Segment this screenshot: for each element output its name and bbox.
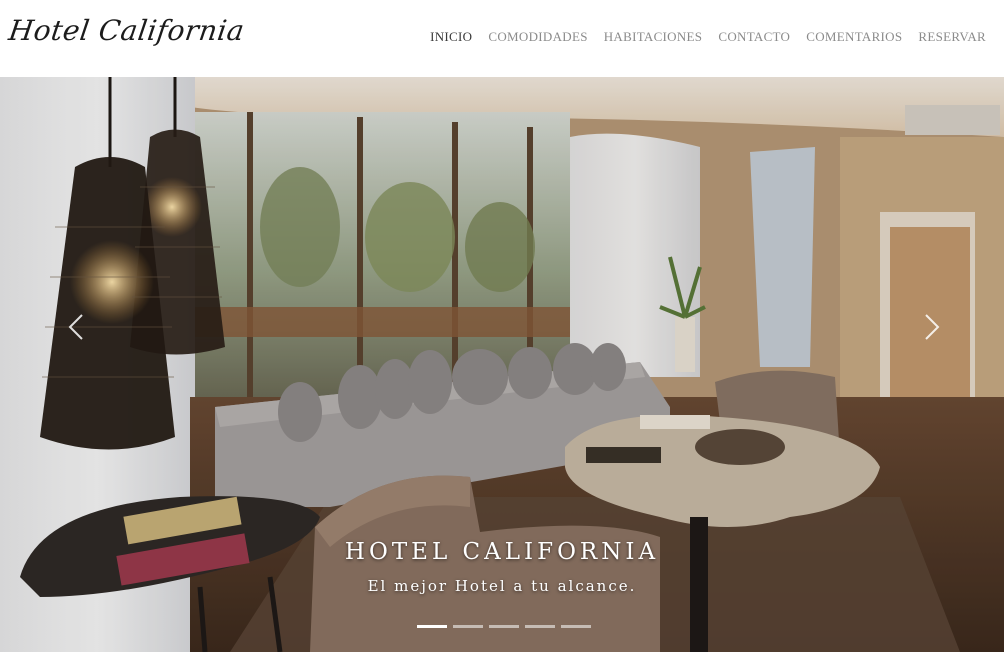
hotel-lobby-photo	[0, 77, 1004, 652]
nav-item-comentarios[interactable]: COMENTARIOS	[806, 29, 902, 45]
main-nav: INICIO COMODIDADES HABITACIONES CONTACTO…	[430, 29, 986, 45]
site-header: Hotel California INICIO COMODIDADES HABI…	[0, 0, 1004, 77]
nav-item-habitaciones[interactable]: HABITACIONES	[604, 29, 703, 45]
carousel-prev-button[interactable]	[62, 313, 90, 341]
carousel-title: HOTEL CALIFORNIA	[344, 539, 660, 565]
carousel-indicators	[417, 625, 591, 628]
carousel-next-button[interactable]	[918, 313, 946, 341]
carousel-indicator-1[interactable]	[417, 625, 447, 628]
carousel-indicator-5[interactable]	[561, 625, 591, 628]
nav-item-reservar[interactable]: RESERVAR	[918, 29, 986, 45]
carousel-indicator-4[interactable]	[525, 625, 555, 628]
carousel-subtitle: El mejor Hotel a tu alcance.	[367, 577, 637, 595]
chevron-left-icon	[68, 314, 83, 340]
chevron-right-icon	[925, 314, 940, 340]
nav-item-inicio[interactable]: INICIO	[430, 29, 472, 45]
nav-item-comodidades[interactable]: COMODIDADES	[488, 29, 587, 45]
brand-logo[interactable]: Hotel California	[7, 14, 247, 47]
hero-carousel: HOTEL CALIFORNIA El mejor Hotel a tu alc…	[0, 77, 1004, 652]
carousel-indicator-2[interactable]	[453, 625, 483, 628]
nav-item-contacto[interactable]: CONTACTO	[718, 29, 790, 45]
carousel-indicator-3[interactable]	[489, 625, 519, 628]
